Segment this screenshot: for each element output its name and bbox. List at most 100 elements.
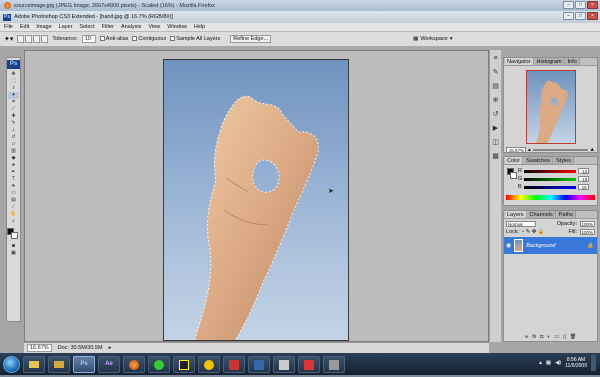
zoom-icon[interactable]: ⌕ xyxy=(8,218,19,225)
taskbar-app10-button[interactable] xyxy=(248,355,270,373)
layer-comps-icon[interactable]: ▤ xyxy=(492,83,499,91)
brush-icon[interactable]: ✎ xyxy=(8,120,19,127)
taskbar-explorer-button[interactable] xyxy=(23,355,45,373)
taskbar-app6-button[interactable] xyxy=(148,355,170,373)
menu-window[interactable]: Window xyxy=(167,24,187,30)
screen-mode-icon[interactable]: ▣ xyxy=(8,250,19,257)
tab-channels[interactable]: Channels xyxy=(527,211,556,218)
magic-wand-icon[interactable]: ✦ xyxy=(8,92,19,99)
taskbar-app11-button[interactable] xyxy=(273,355,295,373)
taskbar-app13-button[interactable] xyxy=(323,355,345,373)
background-color-swatch[interactable] xyxy=(11,232,18,239)
panel-background-swatch[interactable] xyxy=(510,172,517,179)
red-bar[interactable] xyxy=(523,169,576,173)
taskbar-app12-button[interactable] xyxy=(298,355,320,373)
layer-mask-icon[interactable]: ◘ xyxy=(540,334,543,340)
measurement-icon[interactable]: ◫ xyxy=(492,139,499,147)
slice-icon[interactable]: ⟋ xyxy=(8,106,19,113)
menu-help[interactable]: Help xyxy=(194,24,205,30)
new-layer-icon[interactable]: ▯ xyxy=(563,334,566,340)
taskbar-firefox-button[interactable] xyxy=(123,355,145,373)
stamp-icon[interactable]: ⊥ xyxy=(8,127,19,134)
tab-histogram[interactable]: Histogram xyxy=(534,58,565,65)
animation-icon[interactable]: ▦ xyxy=(492,153,499,161)
menu-edit[interactable]: Edit xyxy=(20,24,29,30)
red-value[interactable]: 13 xyxy=(577,168,589,174)
tab-styles[interactable]: Styles xyxy=(554,157,574,164)
ps-close-button[interactable]: × xyxy=(587,12,598,20)
blue-value[interactable]: 16 xyxy=(577,184,589,190)
crop-icon[interactable]: ⌗ xyxy=(8,99,19,106)
hand-icon[interactable]: ✋ xyxy=(8,211,19,218)
new-group-icon[interactable]: ▭ xyxy=(554,334,559,340)
tab-color[interactable]: Color xyxy=(505,157,524,164)
menu-select[interactable]: Select xyxy=(79,24,94,30)
history-icon[interactable]: ↺ xyxy=(493,111,499,119)
pen-icon[interactable]: ✒ xyxy=(8,169,19,176)
eyedropper-icon[interactable]: ⁄ xyxy=(8,204,19,211)
system-clock[interactable]: 8:56 AM 11/6/2009 xyxy=(565,357,587,369)
blue-slider[interactable]: B 16 xyxy=(504,183,597,191)
navigator-thumbnail[interactable] xyxy=(525,70,576,144)
show-desktop-button[interactable] xyxy=(591,355,596,371)
sample-all-checkbox[interactable]: Sample All Layers xyxy=(170,36,220,42)
actions-icon[interactable]: ▶ xyxy=(493,125,498,133)
ps-minimize-button[interactable]: – xyxy=(563,12,574,20)
green-value[interactable]: 16 xyxy=(578,176,590,182)
history-brush-icon[interactable]: ↺ xyxy=(8,134,19,141)
network-icon[interactable]: ▦ xyxy=(546,360,551,366)
blue-bar[interactable] xyxy=(523,185,576,189)
adjustment-layer-icon[interactable]: ◐ xyxy=(547,334,550,340)
healing-icon[interactable]: ✚ xyxy=(8,113,19,120)
layer-name[interactable]: Background xyxy=(526,243,555,249)
magic-wand-preset-icon[interactable]: ✦▾ xyxy=(4,35,13,43)
green-slider[interactable]: G 16 xyxy=(504,175,597,183)
refine-edge-button[interactable]: Refine Edge... xyxy=(230,35,272,43)
lock-icons[interactable]: ▫ ✎ ✥ 🔒 xyxy=(522,229,545,235)
start-button[interactable] xyxy=(3,355,20,373)
lasso-icon[interactable]: ℓ xyxy=(8,85,19,92)
eraser-icon[interactable]: ▱ xyxy=(8,141,19,148)
clone-source-icon[interactable]: ⊕ xyxy=(493,97,499,105)
taskbar-app7-button[interactable] xyxy=(173,355,195,373)
brushes-icon[interactable]: ≡ xyxy=(493,55,497,63)
ps-maximize-button[interactable]: □ xyxy=(575,12,586,20)
move-icon[interactable]: ✥ xyxy=(8,71,19,78)
navigator-zoom-slider[interactable] xyxy=(532,149,588,151)
volume-icon[interactable]: ◀) xyxy=(555,360,561,366)
fill-field[interactable]: 100% xyxy=(580,229,595,235)
menu-analysis[interactable]: Analysis xyxy=(121,24,141,30)
tab-info[interactable]: Info xyxy=(565,58,580,65)
tab-paths[interactable]: Paths xyxy=(556,211,576,218)
menu-image[interactable]: Image xyxy=(36,24,51,30)
maximize-button[interactable]: □ xyxy=(575,1,586,9)
taskbar-after-effects-button[interactable]: Ae xyxy=(98,355,120,373)
menu-layer[interactable]: Layer xyxy=(59,24,73,30)
blend-mode-select[interactable]: Normal xyxy=(506,221,536,227)
zoom-out-icon[interactable]: ▴ xyxy=(528,147,531,153)
taskbar-app8-button[interactable] xyxy=(198,355,220,373)
tab-navigator[interactable]: Navigator xyxy=(505,58,534,65)
selection-mode-buttons[interactable] xyxy=(17,35,49,43)
quick-mask-icon[interactable]: ◙ xyxy=(8,243,19,250)
tray-arrow-icon[interactable]: ▴ xyxy=(539,360,542,366)
menu-view[interactable]: View xyxy=(148,24,160,30)
marquee-icon[interactable]: ⬚ xyxy=(8,78,19,85)
gradient-icon[interactable]: ▥ xyxy=(8,148,19,155)
layer-style-icon[interactable]: fx xyxy=(532,334,536,340)
taskbar-photoshop-button[interactable]: Ps xyxy=(73,355,95,373)
menu-file[interactable]: File xyxy=(4,24,13,30)
anti-alias-checkbox[interactable]: Anti-alias xyxy=(99,36,128,42)
navigator-zoom-field[interactable]: 16.67% xyxy=(506,147,526,153)
eye-icon[interactable]: ◉ xyxy=(506,242,511,249)
tolerance-input[interactable]: 10 xyxy=(81,35,96,43)
green-bar[interactable] xyxy=(524,177,577,181)
opacity-field[interactable]: 100% xyxy=(580,221,595,227)
tab-swatches[interactable]: Swatches xyxy=(524,157,554,164)
zoom-level-field[interactable]: 16.67% xyxy=(27,344,52,352)
color-swatches[interactable] xyxy=(7,228,20,240)
contiguous-checkbox[interactable]: Contiguous xyxy=(132,36,166,42)
workspace-menu[interactable]: ▦ Workspace ▾ xyxy=(413,36,452,42)
close-button[interactable]: × xyxy=(587,1,598,9)
menu-filter[interactable]: Filter xyxy=(102,24,114,30)
